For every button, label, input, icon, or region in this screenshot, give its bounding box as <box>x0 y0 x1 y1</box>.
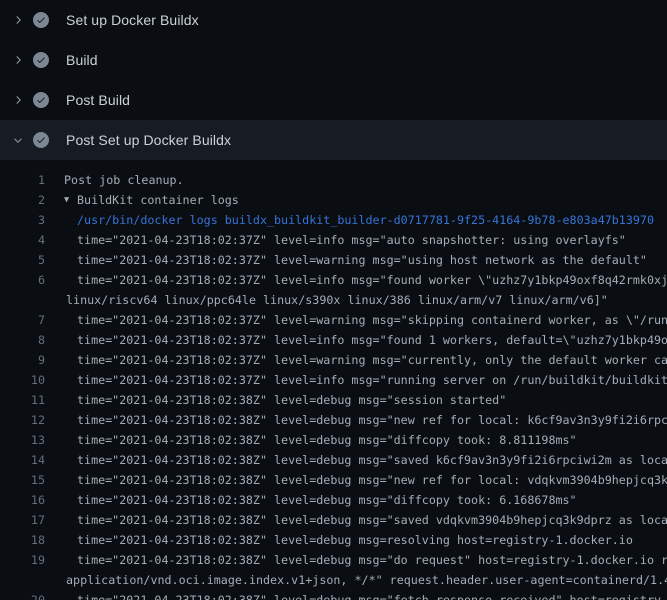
log-line: 6 time="2021-04-23T18:02:37Z" level=info… <box>0 270 667 290</box>
log-text: time="2021-04-23T18:02:38Z" level=debug … <box>45 430 577 450</box>
log-text: time="2021-04-23T18:02:37Z" level=info m… <box>45 230 626 250</box>
check-circle-icon <box>33 52 49 68</box>
line-number[interactable]: 1 <box>0 170 45 190</box>
step-label: Set up Docker Buildx <box>66 12 199 28</box>
check-circle-icon <box>33 92 49 108</box>
log-line: 13 time="2021-04-23T18:02:38Z" level=deb… <box>0 430 667 450</box>
log-text: /usr/bin/docker logs buildx_buildkit_bui… <box>45 210 654 230</box>
line-number[interactable]: 3 <box>0 210 45 230</box>
line-number <box>0 290 45 310</box>
log-text: Post job cleanup. <box>45 170 184 190</box>
line-number[interactable]: 10 <box>0 370 45 390</box>
log-text: time="2021-04-23T18:02:37Z" level=info m… <box>45 270 667 290</box>
log-line: 9 time="2021-04-23T18:02:37Z" level=warn… <box>0 350 667 370</box>
log-line[interactable]: 2 BuildKit container logs <box>0 190 667 210</box>
line-number[interactable]: 19 <box>0 550 45 570</box>
log-line: 17 time="2021-04-23T18:02:38Z" level=deb… <box>0 510 667 530</box>
log-text: time="2021-04-23T18:02:38Z" level=debug … <box>45 510 667 530</box>
line-number[interactable]: 12 <box>0 410 45 430</box>
line-number[interactable]: 11 <box>0 390 45 410</box>
line-number[interactable]: 18 <box>0 530 45 550</box>
log-text: linux/riscv64 linux/ppc64le linux/s390x … <box>45 290 608 310</box>
chevron-right-icon <box>12 94 24 106</box>
step-header-build[interactable]: Build <box>0 40 667 80</box>
chevron-down-icon <box>12 134 24 146</box>
log-text: time="2021-04-23T18:02:37Z" level=warnin… <box>45 250 647 270</box>
line-number[interactable]: 16 <box>0 490 45 510</box>
line-number[interactable]: 7 <box>0 310 45 330</box>
log-line: 14 time="2021-04-23T18:02:38Z" level=deb… <box>0 450 667 470</box>
log-text: time="2021-04-23T18:02:38Z" level=debug … <box>45 390 506 410</box>
step-label: Post Build <box>66 92 130 108</box>
chevron-right-icon <box>12 54 24 66</box>
step-header-set-up-docker-buildx[interactable]: Set up Docker Buildx <box>0 0 667 40</box>
line-number[interactable]: 14 <box>0 450 45 470</box>
log-line: 1 Post job cleanup. <box>0 170 667 190</box>
log-line: 10 time="2021-04-23T18:02:37Z" level=inf… <box>0 370 667 390</box>
line-number[interactable]: 4 <box>0 230 45 250</box>
log-line: 16 time="2021-04-23T18:02:38Z" level=deb… <box>0 490 667 510</box>
log-line: 4 time="2021-04-23T18:02:37Z" level=info… <box>0 230 667 250</box>
log-viewer: 1 Post job cleanup. 2 BuildKit container… <box>0 170 667 600</box>
line-number[interactable]: 2 <box>0 190 45 210</box>
log-line: 18 time="2021-04-23T18:02:38Z" level=deb… <box>0 530 667 550</box>
line-number[interactable]: 9 <box>0 350 45 370</box>
log-line: 8 time="2021-04-23T18:02:37Z" level=info… <box>0 330 667 350</box>
log-text: BuildKit container logs <box>77 190 239 210</box>
check-circle-icon <box>33 12 49 28</box>
log-text: time="2021-04-23T18:02:38Z" level=debug … <box>45 490 577 510</box>
log-line: application/vnd.oci.image.index.v1+json,… <box>0 570 667 590</box>
log-text: time="2021-04-23T18:02:38Z" level=debug … <box>45 530 633 550</box>
log-text: time="2021-04-23T18:02:38Z" level=debug … <box>45 590 667 600</box>
steps-list: Set up Docker Buildx Build Post Build <box>0 0 667 160</box>
log-line: 12 time="2021-04-23T18:02:38Z" level=deb… <box>0 410 667 430</box>
log-text: time="2021-04-23T18:02:38Z" level=debug … <box>45 450 667 470</box>
log-text: application/vnd.oci.image.index.v1+json,… <box>45 570 667 590</box>
log-line: linux/riscv64 linux/ppc64le linux/s390x … <box>0 290 667 310</box>
log-line: 5 time="2021-04-23T18:02:37Z" level=warn… <box>0 250 667 270</box>
log-text: time="2021-04-23T18:02:38Z" level=debug … <box>45 550 667 570</box>
log-text: time="2021-04-23T18:02:37Z" level=warnin… <box>45 310 667 330</box>
line-number[interactable]: 5 <box>0 250 45 270</box>
line-number[interactable]: 13 <box>0 430 45 450</box>
check-circle-icon <box>33 132 49 148</box>
line-number[interactable]: 15 <box>0 470 45 490</box>
log-line: 19 time="2021-04-23T18:02:38Z" level=deb… <box>0 550 667 570</box>
line-number[interactable]: 17 <box>0 510 45 530</box>
log-text: time="2021-04-23T18:02:38Z" level=debug … <box>45 410 667 430</box>
chevron-right-icon <box>12 14 24 26</box>
step-label: Post Set up Docker Buildx <box>66 132 231 148</box>
log-text: time="2021-04-23T18:02:37Z" level=info m… <box>45 370 667 390</box>
line-number[interactable]: 20 <box>0 590 45 600</box>
step-label: Build <box>66 52 98 68</box>
triangle-down-icon <box>45 190 77 210</box>
log-text: time="2021-04-23T18:02:37Z" level=info m… <box>45 330 667 350</box>
line-number[interactable]: 6 <box>0 270 45 290</box>
log-line: 11 time="2021-04-23T18:02:38Z" level=deb… <box>0 390 667 410</box>
step-header-post-build[interactable]: Post Build <box>0 80 667 120</box>
line-number <box>0 570 45 590</box>
line-number[interactable]: 8 <box>0 330 45 350</box>
log-text: time="2021-04-23T18:02:37Z" level=warnin… <box>45 350 667 370</box>
log-line: 20 time="2021-04-23T18:02:38Z" level=deb… <box>0 590 667 600</box>
step-header-post-set-up-docker-buildx[interactable]: Post Set up Docker Buildx <box>0 120 667 160</box>
log-text: time="2021-04-23T18:02:38Z" level=debug … <box>45 470 667 490</box>
log-line: 15 time="2021-04-23T18:02:38Z" level=deb… <box>0 470 667 490</box>
log-line: 3 /usr/bin/docker logs buildx_buildkit_b… <box>0 210 667 230</box>
log-line: 7 time="2021-04-23T18:02:37Z" level=warn… <box>0 310 667 330</box>
